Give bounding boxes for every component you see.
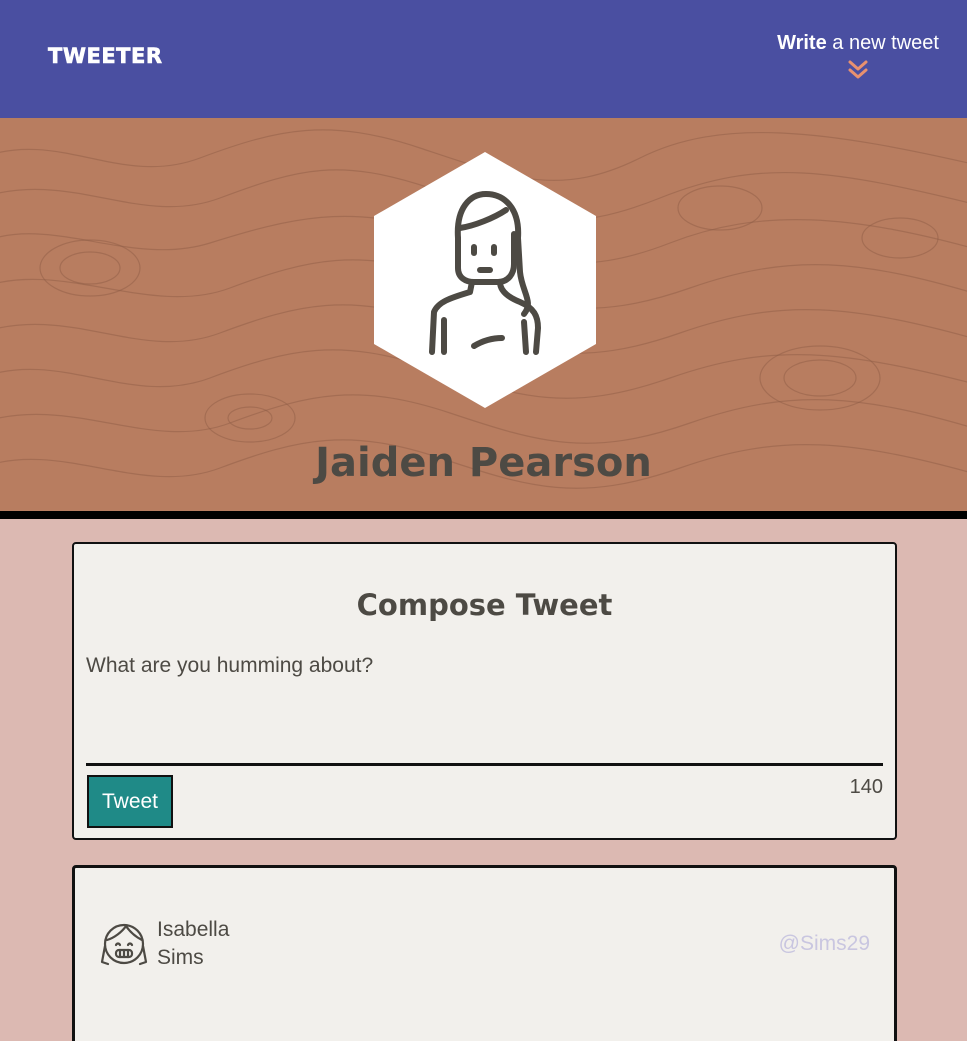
write-rest-label: a new tweet <box>826 32 939 54</box>
tweet-card: Isabella Sims @Sims29 <box>72 865 897 1041</box>
tweet-submit-button[interactable]: Tweet <box>87 775 173 828</box>
profile-name: Jaiden Pearson <box>315 440 652 486</box>
tweet-author-handle: @Sims29 <box>778 932 870 955</box>
brand-logo[interactable]: TWEETER <box>48 44 163 69</box>
compose-tweet-card: Compose Tweet Tweet 140 <box>72 542 897 840</box>
profile-banner: Jaiden Pearson <box>0 118 967 511</box>
top-nav: TWEETER Write a new tweet <box>0 0 967 118</box>
double-chevron-down-icon[interactable] <box>847 59 869 81</box>
tweet-author-last-name: Sims <box>157 946 204 969</box>
write-strong-label: Write <box>777 32 827 54</box>
girl-avatar-icon <box>100 923 148 966</box>
banner-divider <box>0 511 967 519</box>
character-counter: 140 <box>849 776 883 798</box>
profile-avatar <box>374 152 596 408</box>
tweet-author-first-name: Isabella <box>157 918 230 941</box>
tweet-author-name: Isabella Sims <box>157 916 267 972</box>
tweet-text-input[interactable] <box>86 654 883 766</box>
compose-title: Compose Tweet <box>356 588 613 622</box>
write-new-tweet-link[interactable]: Write a new tweet <box>777 32 939 81</box>
